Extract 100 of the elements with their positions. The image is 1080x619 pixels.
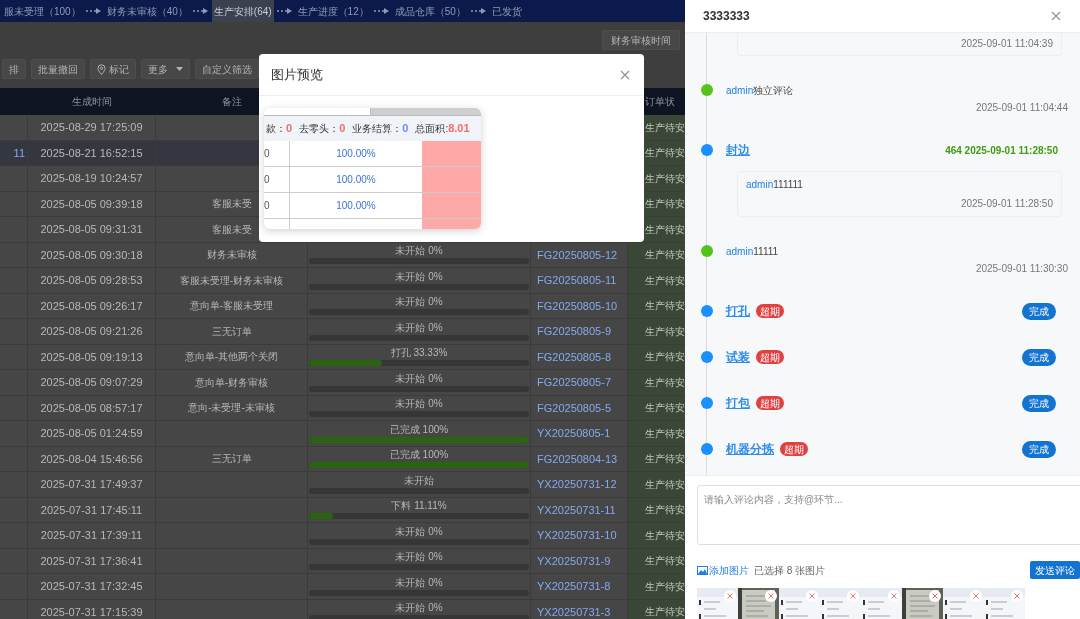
- status-badge: 超期: [756, 304, 784, 318]
- comment-input[interactable]: 请输入评论内容，支持@环节...: [697, 485, 1080, 545]
- order-number-link[interactable]: YX20250731-8: [537, 578, 611, 595]
- order-number-link[interactable]: FG20250805-5: [537, 399, 611, 416]
- workflow-tab[interactable]: 成品仓库（50）: [392, 0, 468, 22]
- table-row[interactable]: 2025-07-31 17:49:37 未开始 YX20250731-12 生产待安: [0, 472, 685, 498]
- toolbar-button[interactable]: 更多: [141, 59, 190, 79]
- table-row[interactable]: 2025-07-31 17:36:41 未开始 0% YX20250731-9 生产待安: [0, 548, 685, 574]
- step-link[interactable]: 打包: [726, 394, 750, 412]
- progress-label: 未开始 0%: [395, 372, 443, 384]
- table-cell-text: 2025-08-05 09:39:18: [40, 196, 143, 212]
- table-cell-text: 2025-07-31 17:36:41: [40, 553, 143, 569]
- status-cell: 生产待安: [628, 344, 685, 369]
- order-number-link[interactable]: YX20250731-3: [537, 603, 611, 619]
- step-link[interactable]: 封边: [726, 141, 750, 159]
- table-row[interactable]: 2025-07-31 17:45:11 下料 11.11% YX20250731-11 生产待安: [0, 497, 685, 523]
- add-image-button[interactable]: 添加图片: [697, 562, 749, 578]
- table-cell-text: 2025-08-29 17:25:09: [40, 120, 143, 135]
- order-number-link[interactable]: FG20250805-9: [537, 323, 611, 340]
- table-row[interactable]: 2025-07-31 17:32:45 未开始 0% YX20250731-8 生产待安: [0, 574, 685, 600]
- toolbar-button[interactable]: 自定义筛选: [195, 59, 259, 79]
- comment-time: 2025-09-01 11:28:50: [960, 197, 1053, 211]
- order-number-link[interactable]: YX20250731-12: [537, 476, 617, 493]
- comment-time: 2025-09-01 11:04:44: [975, 101, 1068, 115]
- summary-value: 8.01: [448, 121, 470, 137]
- row-id[interactable]: 11: [13, 144, 25, 161]
- table-row[interactable]: 2025-07-31 17:15:39 未开始 0% YX20250731-3 生产待安: [0, 599, 685, 619]
- order-number-link[interactable]: FG20250805-11: [537, 272, 617, 289]
- table-cell-text: 意向单-财务审核: [193, 375, 269, 390]
- table-row[interactable]: 2025-08-05 09:07:29 意向单-财务审核 未开始 0% FG20250805-7 生产待安: [0, 370, 685, 396]
- table-row[interactable]: 2025-08-04 15:46:56 三无订单 已完成 100% FG20250804-13 生产待安: [0, 446, 685, 472]
- order-number-link[interactable]: FG20250805-10: [537, 297, 618, 314]
- order-number-link[interactable]: FG20250805-8: [537, 348, 611, 365]
- table-cell-text: 2025-08-05 09:30:18: [40, 247, 143, 263]
- table-cell-text: 0: [264, 199, 270, 213]
- status-cell: 生产待安: [628, 497, 685, 522]
- status-cell: 生产待安: [628, 446, 685, 471]
- toolbar-button[interactable]: 排: [2, 59, 26, 79]
- order-number-link[interactable]: FG20250804-13: [537, 450, 618, 467]
- table-cell-text: 客服未受: [210, 197, 252, 212]
- send-comment-button[interactable]: 发送评论: [1030, 561, 1080, 579]
- table-row[interactable]: 2025-08-05 09:19:13 意向单-其他两个关闭 打孔 33.33% FG20250805-8 生产待安: [0, 344, 685, 370]
- table-cell-text: 2025-08-21 16:52:15: [40, 145, 143, 161]
- table-cell-text: 客服未受: [210, 222, 252, 237]
- step-link[interactable]: 试装: [726, 348, 750, 366]
- complete-button[interactable]: 完成: [1022, 302, 1056, 320]
- step-meta: 464 2025-09-01 11:28:50: [945, 143, 1058, 158]
- table-row[interactable]: 2025-07-31 17:39:11 未开始 0% YX20250731-10 生产待安: [0, 523, 685, 549]
- table-row[interactable]: 2025-08-05 08:57:17 意向-未受理-未审核 未开始 0% FG20250805-5 生产待安: [0, 395, 685, 421]
- comment-text: admin111111: [746, 178, 804, 192]
- status-cell: 生产待安: [628, 293, 685, 318]
- status-cell: 生产待安: [628, 472, 685, 497]
- dashed-arrow-icon: [373, 7, 390, 15]
- progress-label: 未开始 0%: [395, 321, 443, 333]
- table-row[interactable]: 2025-08-05 09:21:26 三无订单 未开始 0% FG20250805-9 生产待安: [0, 319, 685, 345]
- close-icon[interactable]: [1050, 10, 1062, 22]
- table-row[interactable]: 2025-08-05 09:30:18 财务未审核 未开始 0% FG20250805-12 生产待安: [0, 242, 685, 268]
- order-number-link[interactable]: YX20250731-9: [537, 552, 611, 569]
- workflow-tab[interactable]: 生产安排(64): [211, 0, 274, 22]
- summary-value: 0: [339, 121, 346, 137]
- table-row[interactable]: 2025-08-05 01:24:59 已完成 100% YX20250805-1 生产待安: [0, 421, 685, 447]
- order-number-link[interactable]: YX20250731-10: [537, 527, 617, 544]
- complete-button[interactable]: 完成: [1022, 440, 1056, 458]
- status-badge: 超期: [780, 442, 808, 456]
- toolbar-button[interactable]: 标记: [90, 59, 136, 79]
- table-cell-text: 意向单-客服未受理: [188, 299, 274, 314]
- table-cell-text: 0: [264, 147, 270, 161]
- status-cell: 生产待安: [628, 523, 685, 548]
- table-row[interactable]: 2025-08-05 09:28:53 客服未受理-财务未审核 未开始 0% FG20250805-11 生产待安: [0, 268, 685, 294]
- table-cell-text: 2025-08-05 09:26:17: [40, 298, 143, 314]
- order-number-link[interactable]: YX20250731-11: [537, 501, 616, 518]
- table-cell-text: 2025-08-05 09:07:29: [40, 375, 143, 390]
- workflow-tab[interactable]: 已发货: [489, 0, 524, 22]
- progress-label: 未开始 0%: [395, 551, 443, 563]
- order-number-link[interactable]: FG20250805-7: [537, 374, 611, 391]
- table-cell-text: 三无订单: [210, 324, 252, 339]
- comment-text: admin独立评论: [726, 83, 794, 98]
- progress-label: 未开始 0%: [395, 270, 443, 282]
- table-cell-text: 2025-07-31 17:39:11: [40, 528, 143, 543]
- highlight-cell: [422, 141, 481, 166]
- date-filter-button[interactable]: 财务审核时间: [602, 30, 680, 50]
- step-link[interactable]: 打孔: [726, 302, 750, 320]
- workflow-tab[interactable]: 服未受理（100）: [2, 0, 83, 22]
- table-row[interactable]: 2025-08-05 09:26:17 意向单-客服未受理 未开始 0% FG20250805-10 生产待安: [0, 293, 685, 319]
- workflow-tab[interactable]: 财务未审核（40）: [104, 0, 190, 22]
- progress-label: 未开始 0%: [395, 245, 443, 257]
- step-link[interactable]: 机器分拣: [726, 440, 774, 458]
- summary-value: 0: [402, 121, 409, 137]
- complete-button[interactable]: 完成: [1022, 394, 1056, 412]
- status-cell: 生产待安: [628, 242, 685, 267]
- table-cell-text: 2025-07-31 17:45:11: [40, 502, 143, 518]
- dialog-title: 图片预览: [271, 65, 323, 84]
- order-number-link[interactable]: YX20250805-1: [537, 425, 611, 442]
- order-number-link[interactable]: FG20250805-12: [537, 246, 618, 263]
- workflow-tab[interactable]: 生产进度（12）: [295, 0, 371, 22]
- status-badge: 超期: [756, 396, 784, 410]
- toolbar-button[interactable]: 批量撤回: [31, 59, 85, 79]
- status-badge: 超期: [756, 350, 784, 364]
- table-cell-text: 2025-08-04 15:46:56: [40, 451, 143, 467]
- complete-button[interactable]: 完成: [1022, 348, 1056, 366]
